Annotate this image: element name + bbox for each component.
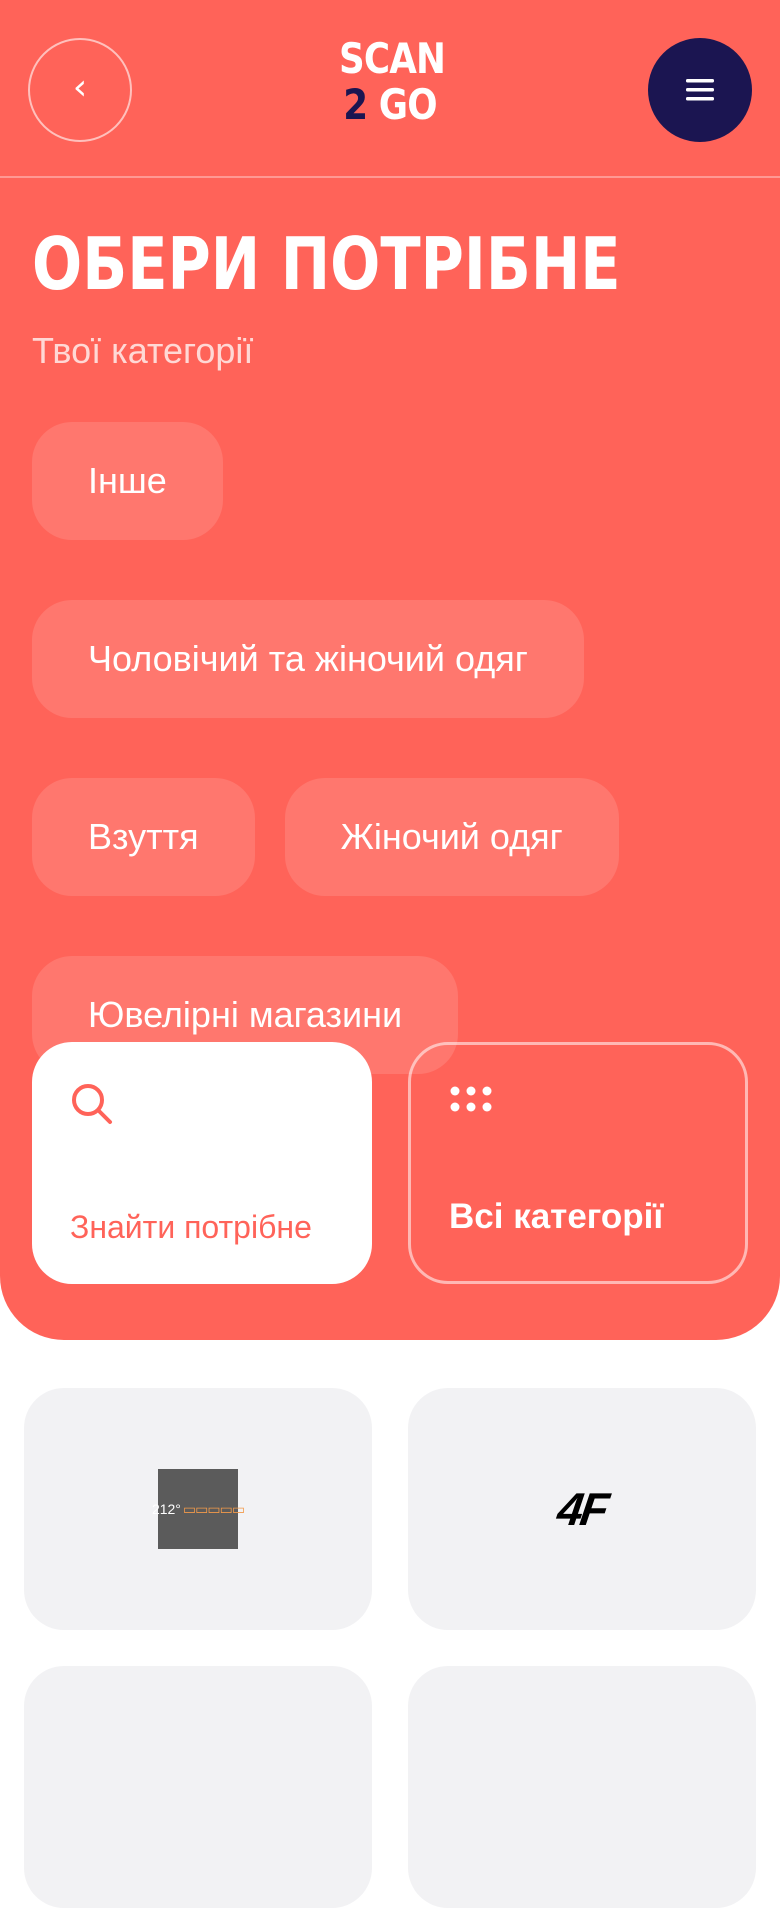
- category-chip-other[interactable]: Інше: [32, 422, 223, 540]
- store-card[interactable]: [24, 1666, 372, 1908]
- hamburger-icon: [686, 79, 714, 101]
- search-card[interactable]: Знайти потрібне: [32, 1042, 372, 1284]
- category-chips: Інше Чоловічий та жіночий одяг Взуття Жі…: [32, 422, 752, 1074]
- store-card-212[interactable]: 212° ▭▭▭▭▭: [24, 1388, 372, 1630]
- category-chip-womens-clothing[interactable]: Жіночий одяг: [284, 778, 619, 896]
- page-title: ОБЕРИ ПОТРІБНЕ: [32, 222, 621, 306]
- store-card-4f[interactable]: 4F: [408, 1388, 756, 1630]
- logo-two: 2: [343, 80, 368, 129]
- chevron-left-icon: ‹: [72, 67, 88, 108]
- back-button[interactable]: ‹: [28, 38, 132, 142]
- logo-go: GO: [378, 80, 438, 129]
- search-card-label: Знайти потрібне: [70, 1209, 312, 1245]
- store-logo-212: 212° ▭▭▭▭▭: [152, 1469, 245, 1549]
- app-logo: SCAN 2 GO: [339, 34, 446, 132]
- page-subtitle: Твої категорії: [32, 330, 254, 371]
- grid-dots-icon: [450, 1086, 492, 1112]
- store-logo-4f: 4F: [554, 1483, 610, 1535]
- hero-panel: ‹ SCAN 2 GO ОБЕРИ ПОТРІБНЕ Твої категорі…: [0, 0, 780, 1340]
- all-categories-label: Всі категорії: [449, 1197, 664, 1236]
- top-bar: ‹ SCAN 2 GO: [0, 0, 780, 178]
- all-categories-card[interactable]: Всі категорії: [408, 1042, 748, 1284]
- category-chip-shoes[interactable]: Взуття: [32, 778, 255, 896]
- search-icon: [72, 1084, 112, 1124]
- logo-scan: SCAN: [339, 34, 446, 83]
- category-chip-mens-womens-clothing[interactable]: Чоловічий та жіночий одяг: [32, 600, 584, 718]
- menu-button[interactable]: [648, 38, 752, 142]
- store-card[interactable]: [408, 1666, 756, 1908]
